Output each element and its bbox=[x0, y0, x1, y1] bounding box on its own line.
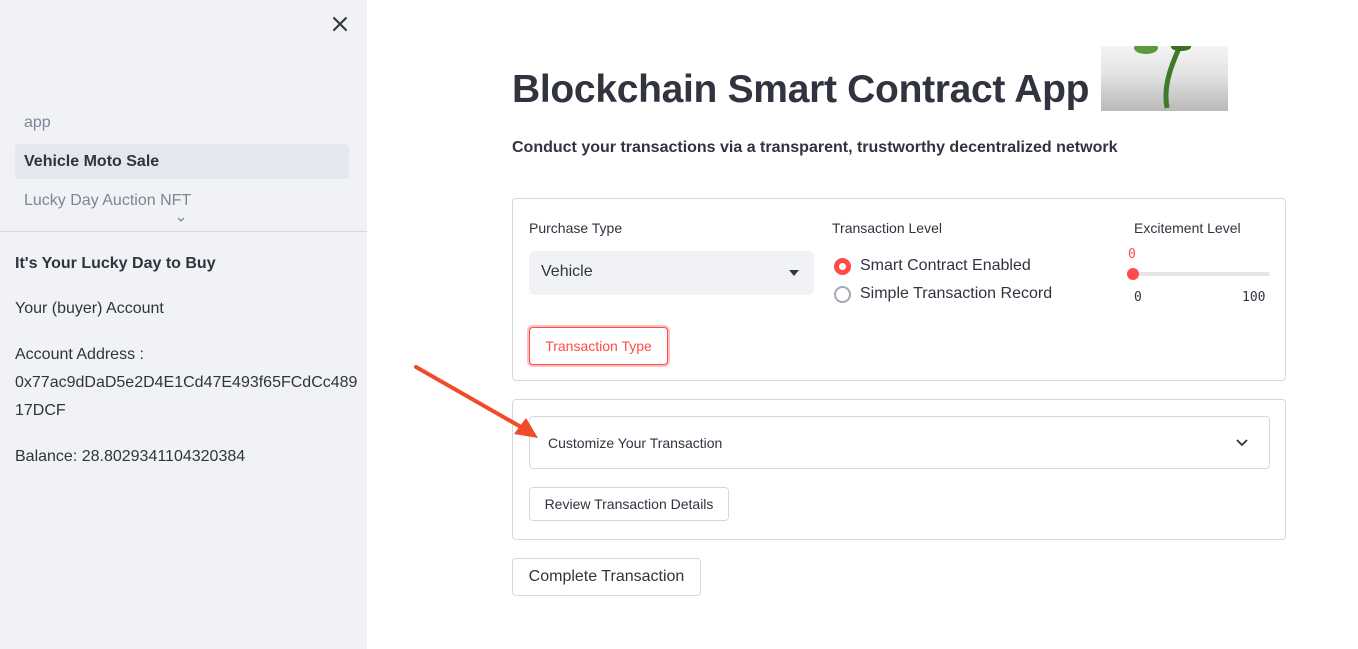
purchase-type-value: Vehicle bbox=[541, 263, 593, 280]
excitement-level-label: Excitement Level bbox=[1134, 220, 1241, 236]
account-label: Your (buyer) Account bbox=[15, 300, 164, 317]
caret-down-icon bbox=[789, 270, 799, 276]
sidebar-divider bbox=[0, 231, 367, 232]
sidebar-item-app[interactable]: app bbox=[15, 105, 349, 140]
annotation-arrow-icon bbox=[414, 365, 538, 438]
customize-transaction-expander[interactable]: Customize Your Transaction bbox=[529, 416, 1270, 469]
complete-transaction-button[interactable]: Complete Transaction bbox=[512, 558, 701, 596]
balance-text: Balance: 28.8029341104320384 bbox=[15, 448, 246, 465]
purchase-type-select[interactable]: Vehicle bbox=[529, 251, 814, 295]
excitement-slider-track[interactable] bbox=[1133, 272, 1270, 276]
transaction-level-label: Transaction Level bbox=[832, 220, 942, 236]
sidebar-item-lucky-day-auction-nft[interactable]: Lucky Day Auction NFT bbox=[15, 183, 349, 218]
radio-label: Smart Contract Enabled bbox=[860, 257, 1031, 274]
address-value-line2: 17DCF bbox=[15, 402, 66, 419]
sidebar-nav: app Vehicle Moto Sale Lucky Day Auction … bbox=[15, 105, 349, 222]
purchase-type-label: Purchase Type bbox=[529, 220, 623, 236]
chevron-down-icon[interactable] bbox=[175, 215, 187, 225]
slider-current-value: 0 bbox=[1128, 247, 1136, 262]
transaction-type-button[interactable]: Transaction Type bbox=[529, 327, 668, 365]
radio-button-unchecked[interactable] bbox=[834, 285, 851, 303]
slider-max-label: 100 bbox=[1242, 290, 1266, 305]
radio-simple-transaction[interactable]: Simple Transaction Record bbox=[834, 282, 1052, 306]
excitement-slider-thumb[interactable] bbox=[1127, 268, 1139, 280]
expander-label: Customize Your Transaction bbox=[548, 435, 723, 451]
page-subtitle: Conduct your transactions via a transpar… bbox=[512, 139, 1118, 156]
sidebar-heading: It's Your Lucky Day to Buy bbox=[15, 255, 216, 272]
radio-label: Simple Transaction Record bbox=[860, 285, 1053, 302]
close-sidebar-button[interactable] bbox=[329, 13, 351, 35]
radio-smart-contract[interactable]: Smart Contract Enabled bbox=[834, 254, 1031, 278]
close-icon bbox=[333, 17, 347, 31]
page-title: Blockchain Smart Contract App bbox=[512, 68, 1090, 111]
address-value-line1: 0x77ac9dDaD5e2D4E1Cd47E493f65FCdCc489 bbox=[15, 374, 358, 391]
sidebar: app Vehicle Moto Sale Lucky Day Auction … bbox=[0, 0, 367, 649]
chevron-down-icon bbox=[1236, 439, 1248, 447]
hero-image bbox=[1101, 46, 1228, 111]
slider-min-label: 0 bbox=[1134, 290, 1142, 305]
address-label: Account Address : bbox=[15, 346, 144, 363]
sidebar-item-vehicle-moto-sale[interactable]: Vehicle Moto Sale bbox=[15, 144, 349, 179]
review-transaction-button[interactable]: Review Transaction Details bbox=[529, 487, 729, 521]
radio-button-checked[interactable] bbox=[834, 257, 851, 275]
